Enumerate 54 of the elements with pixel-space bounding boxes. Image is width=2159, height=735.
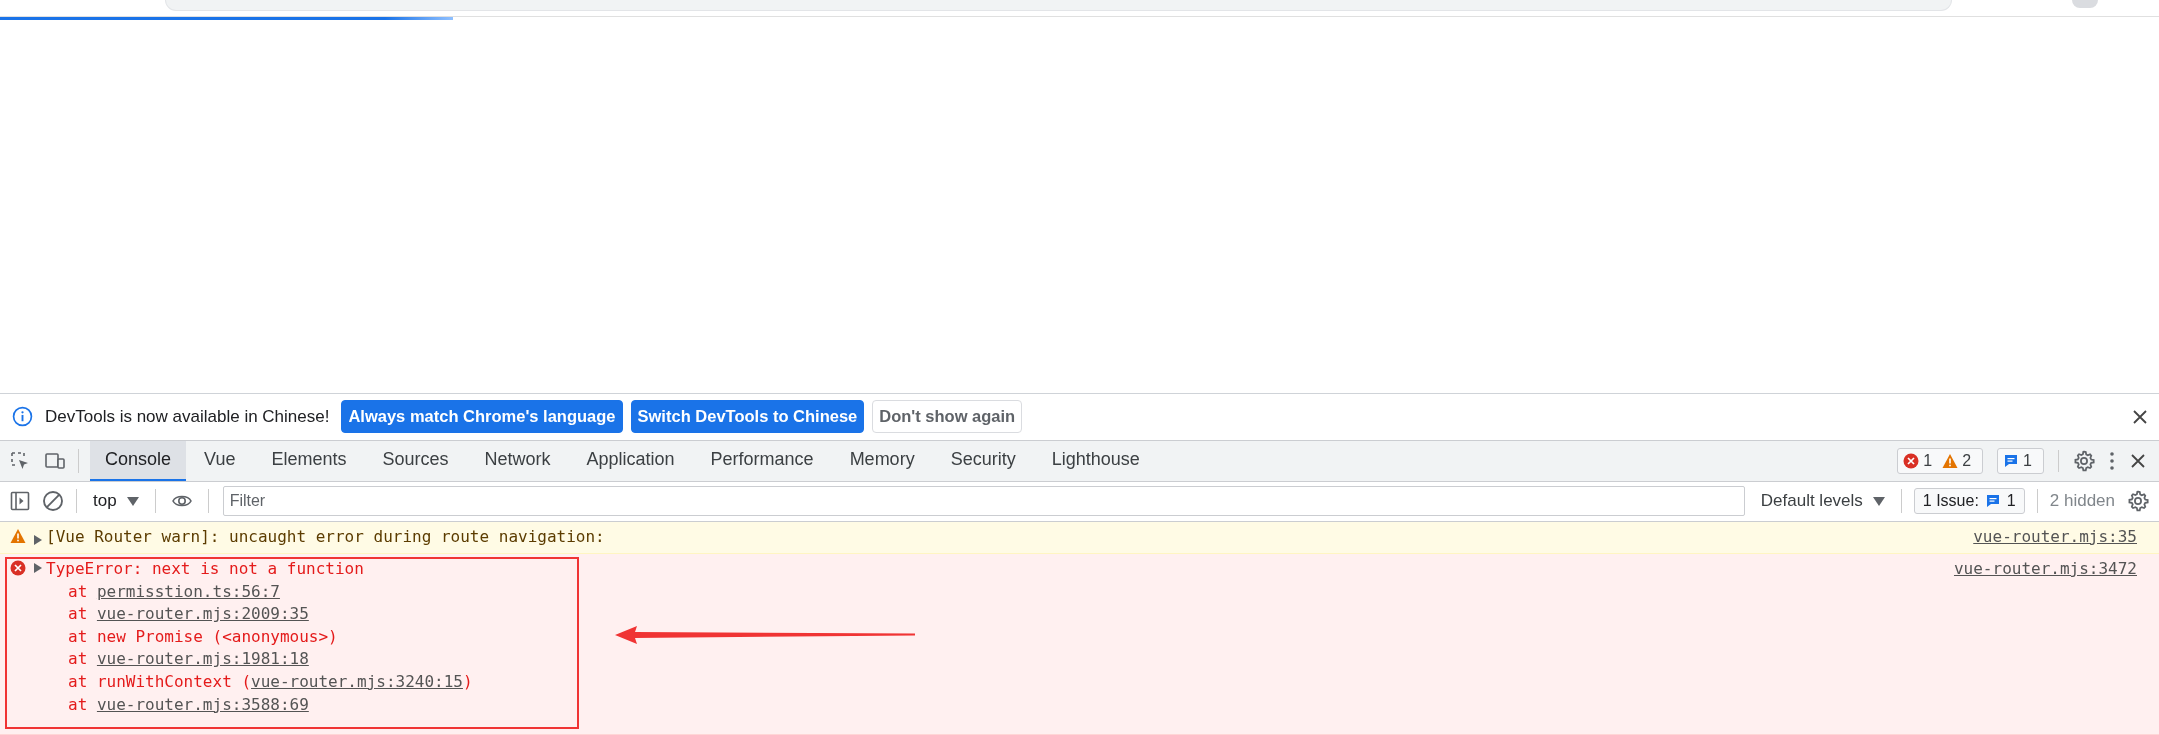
infobar-button[interactable]: Don't show again bbox=[872, 400, 1023, 434]
settings-icon[interactable] bbox=[2127, 490, 2149, 513]
info-icon bbox=[12, 406, 33, 428]
stack-trace-line: at runWithContext (vue-router.mjs:3240:15) bbox=[68, 670, 473, 693]
stack-trace-line: at vue-router.mjs:1981:18 bbox=[68, 648, 309, 671]
context-dropdown[interactable]: top bbox=[89, 491, 143, 512]
source-link[interactable]: permisstion.ts:56:7 bbox=[96, 581, 280, 601]
close-icon[interactable] bbox=[2131, 407, 2149, 426]
devtools-tab[interactable]: Performance bbox=[692, 441, 832, 481]
log-levels-dropdown[interactable]: Default levels bbox=[1756, 491, 1889, 512]
sidebar-toggle-icon[interactable] bbox=[10, 491, 30, 512]
devtools-tab[interactable]: Elements bbox=[253, 441, 365, 481]
infobar-button[interactable]: Always match Chrome's language bbox=[341, 400, 623, 434]
stack-trace-line: at vue-router.mjs:2009:35 bbox=[68, 603, 309, 626]
devtools-tab[interactable]: Memory bbox=[831, 441, 933, 481]
source-link[interactable]: vue-router.mjs:3240:15 bbox=[251, 671, 463, 691]
devtools-tab[interactable]: Application bbox=[568, 441, 693, 481]
devtools-tab[interactable]: Vue bbox=[186, 441, 254, 481]
expand-triangle-icon[interactable] bbox=[34, 563, 42, 573]
inspect-element-icon[interactable] bbox=[10, 450, 30, 471]
error-message: TypeError: next is not a function bbox=[46, 558, 365, 580]
stack-trace-line: at new Promise (<anonymous>) bbox=[68, 625, 338, 648]
warning-message: [Vue Router warn]: uncaught error during route navigation: bbox=[46, 525, 606, 548]
issues-button[interactable]: 1 Issue: 1 bbox=[1913, 488, 2025, 515]
filter-field[interactable]: Filter bbox=[222, 486, 1745, 517]
more-options-icon[interactable] bbox=[2109, 450, 2115, 471]
settings-icon[interactable] bbox=[2073, 449, 2095, 472]
devtools-tab[interactable]: Sources bbox=[364, 441, 467, 481]
message-counter[interactable]: 1 bbox=[1997, 447, 2044, 474]
clear-console-icon[interactable] bbox=[42, 490, 64, 513]
warning-icon bbox=[10, 528, 26, 544]
message-icon bbox=[1984, 493, 2001, 510]
infobar-button[interactable]: Switch DevTools to Chinese bbox=[630, 400, 865, 434]
device-toolbar-icon[interactable] bbox=[44, 450, 66, 471]
close-icon[interactable] bbox=[2129, 451, 2147, 470]
stack-trace-line: at permisstion.ts:56:7 bbox=[68, 580, 280, 603]
devtools-tab[interactable]: Security bbox=[932, 441, 1034, 481]
source-link[interactable]: vue-router.mjs:35 bbox=[1973, 525, 2137, 549]
stack-trace-line: at vue-router.mjs:3588:69 bbox=[68, 693, 309, 716]
error-icon bbox=[1903, 452, 1920, 469]
warning-icon bbox=[1942, 452, 1959, 469]
expand-triangle-icon[interactable] bbox=[34, 534, 42, 545]
source-link[interactable]: vue-router.mjs:2009:35 bbox=[96, 604, 309, 624]
message-icon bbox=[2003, 452, 2020, 469]
error-icon bbox=[10, 560, 26, 576]
source-link[interactable]: vue-router.mjs:1981:18 bbox=[96, 649, 309, 669]
source-link[interactable]: vue-router.mjs:3588:69 bbox=[96, 694, 309, 714]
infobar-message: DevTools is now available in Chinese! bbox=[45, 406, 330, 427]
issue-counter[interactable]: 1 2 bbox=[1897, 447, 1984, 474]
hidden-count: 2 hidden bbox=[2049, 491, 2115, 512]
source-link[interactable]: vue-router.mjs:3472 bbox=[1953, 558, 2137, 730]
devtools-tab[interactable]: Lighthouse bbox=[1033, 441, 1158, 481]
devtools-tab[interactable]: Network bbox=[466, 441, 569, 481]
devtools-tab[interactable]: Console bbox=[90, 441, 187, 481]
